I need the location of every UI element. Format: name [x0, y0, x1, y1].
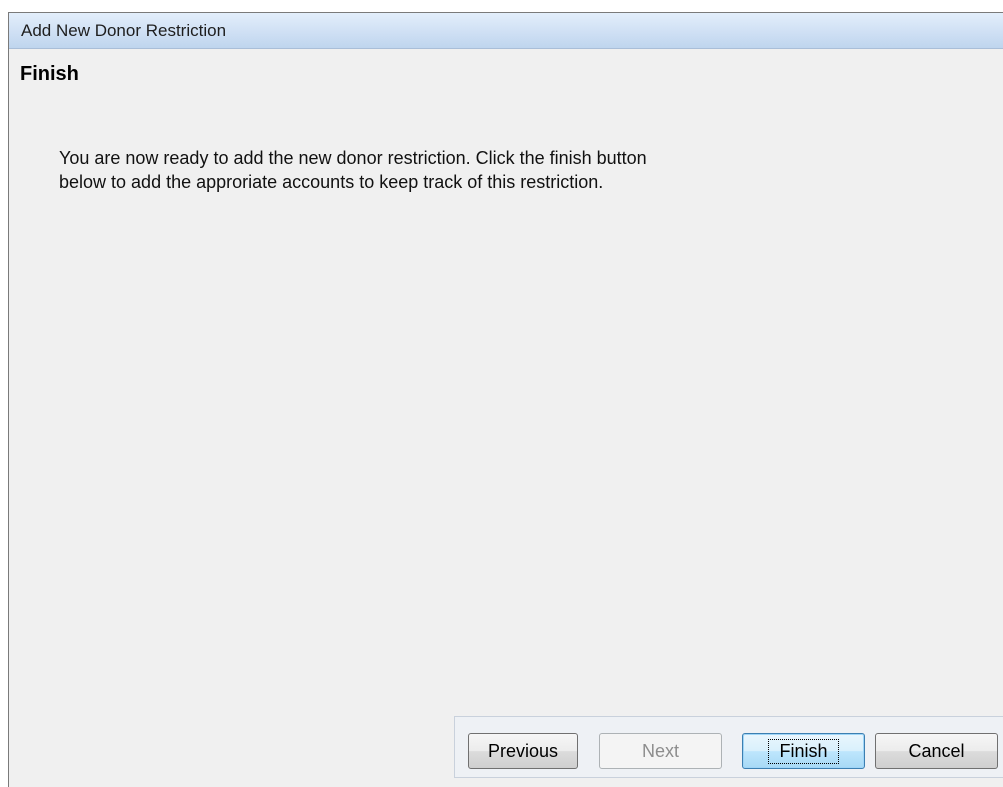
previous-button[interactable]: Previous — [468, 733, 578, 769]
cancel-button[interactable]: Cancel — [875, 733, 998, 769]
finish-button-label: Finish — [768, 738, 839, 764]
wizard-dialog: Add New Donor Restriction Finish You are… — [8, 12, 1003, 787]
step-description: You are now ready to add the new donor r… — [59, 146, 879, 194]
title-bar: Add New Donor Restriction — [9, 13, 1003, 49]
window-title: Add New Donor Restriction — [21, 20, 227, 40]
description-line-1: You are now ready to add the new donor r… — [59, 148, 647, 168]
button-bar: Previous Next Finish Cancel — [454, 716, 1003, 778]
description-line-2: below to add the approriate accounts to … — [59, 172, 604, 192]
finish-button[interactable]: Finish — [742, 733, 865, 769]
next-button[interactable]: Next — [599, 733, 722, 769]
step-title: Finish — [20, 63, 79, 85]
